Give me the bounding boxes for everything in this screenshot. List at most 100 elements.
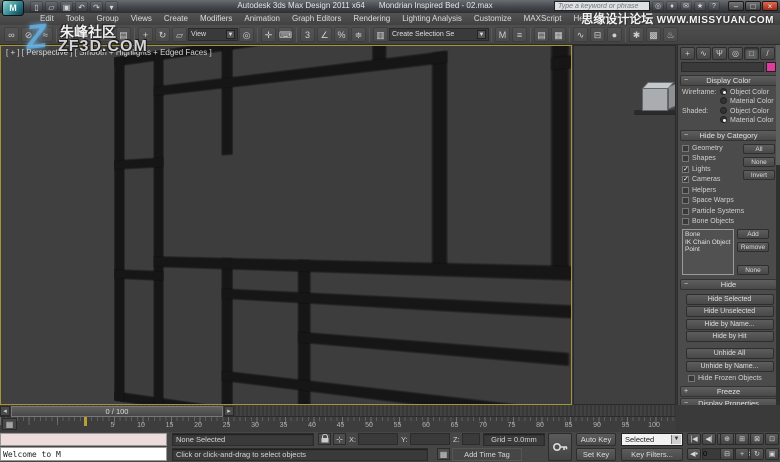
maximize-viewport-toggle-icon[interactable]: ▣ xyxy=(765,448,779,460)
close-button[interactable]: × xyxy=(762,1,778,11)
maxscript-mini-listener[interactable]: Welcome to M xyxy=(0,447,167,461)
menu-item-create[interactable]: Create xyxy=(158,13,194,25)
object-name-field[interactable] xyxy=(681,62,764,72)
quick-access-save-file-icon[interactable]: ▣ xyxy=(60,1,73,12)
selection-set-dropdown[interactable]: Selected ▼ xyxy=(621,433,683,446)
menu-item-animation[interactable]: Animation xyxy=(238,13,286,25)
checkbox-icon[interactable] xyxy=(688,374,695,382)
radio-icon[interactable] xyxy=(720,107,727,114)
y-coordinate-field[interactable] xyxy=(410,433,450,445)
tab-utilities-icon[interactable]: / xyxy=(760,47,775,60)
spinner-snap-icon[interactable]: ≑ xyxy=(351,27,366,42)
unlink-selection-icon[interactable]: ⊘ xyxy=(21,27,36,42)
minimize-button[interactable]: – xyxy=(728,1,744,11)
rollout-freeze[interactable]: + Freeze xyxy=(680,385,777,397)
menu-item-rendering[interactable]: Rendering xyxy=(347,13,396,25)
material-editor-icon[interactable]: ● xyxy=(607,27,622,42)
add-list-button[interactable]: Add xyxy=(737,229,769,239)
radio-icon[interactable] xyxy=(720,88,727,95)
search-icon[interactable]: ◎ xyxy=(652,1,664,11)
application-menu-button[interactable]: M xyxy=(2,0,24,16)
tab-hierarchy-icon[interactable]: Ψ xyxy=(712,47,727,60)
unhide-by-name-button[interactable]: Unhide by Name... xyxy=(685,360,774,372)
search-input[interactable] xyxy=(554,1,650,11)
named-selection-set-dropdown[interactable]: Create Selection Se ▼ xyxy=(389,28,489,41)
pan-icon[interactable]: + xyxy=(735,448,749,460)
rollout-hide-by-category[interactable]: − Hide by Category xyxy=(680,130,777,141)
select-object-icon[interactable]: ▶ xyxy=(99,27,114,42)
quick-access-workspace-dropdown-icon[interactable]: ▾ xyxy=(105,1,118,12)
menu-item-edit[interactable]: Edit xyxy=(34,13,60,25)
secondary-viewport[interactable] xyxy=(573,45,676,405)
previous-frame-button[interactable]: ◀| xyxy=(702,433,716,445)
quick-access-new-scene-icon[interactable]: ▯ xyxy=(30,1,43,12)
listbox-item[interactable]: Point xyxy=(685,246,731,254)
schematic-view-icon[interactable]: ⊟ xyxy=(590,27,605,42)
add-time-tag[interactable]: Add Time Tag xyxy=(452,448,522,461)
selection-lock-icon[interactable] xyxy=(318,433,331,445)
current-frame-marker[interactable] xyxy=(84,417,87,426)
checkbox-icon[interactable]: ✓ xyxy=(682,165,689,173)
zoom-extents-icon[interactable]: ⊠ xyxy=(750,433,764,445)
invert-button[interactable]: Invert xyxy=(743,170,775,180)
menu-item-tools[interactable]: Tools xyxy=(60,13,91,25)
unhide-allbutton[interactable]: Unhide All xyxy=(685,348,774,359)
key-mode-toggle[interactable]: ◀• xyxy=(687,448,701,460)
rendered-frame-window-icon[interactable]: ▩ xyxy=(646,27,661,42)
x-coordinate-field[interactable] xyxy=(358,433,398,445)
radio-option[interactable]: Material Color xyxy=(720,116,774,125)
tab-create-icon[interactable]: + xyxy=(680,47,695,60)
window-crossing-toggle-icon[interactable]: ⊞ xyxy=(77,27,92,42)
category-space-warps[interactable]: Space Warps xyxy=(682,196,777,207)
select-by-name-icon[interactable]: ▤ xyxy=(116,27,131,42)
set-key-button[interactable]: Set Key xyxy=(576,448,616,461)
z-coordinate-field[interactable] xyxy=(462,433,480,445)
checkbox-icon[interactable] xyxy=(682,186,689,194)
select-and-link-icon[interactable]: ∞ xyxy=(4,27,19,42)
use-pivot-center-icon[interactable]: ◎ xyxy=(239,27,254,42)
listbox-item[interactable]: IK Chain Object xyxy=(685,239,731,247)
angle-snap-icon[interactable]: ∠ xyxy=(317,27,332,42)
track-bar[interactable]: ▦ 5 10 15 20 25 30 35 40 45 50 55 60 65 70 75 80 85 90 95 1… xyxy=(0,417,676,432)
none-list-button[interactable]: None xyxy=(737,265,769,275)
menu-item-group[interactable]: Group xyxy=(90,13,124,25)
menu-item-modifiers[interactable]: Modifiers xyxy=(194,13,238,25)
edit-named-selections-icon[interactable]: ▥ xyxy=(373,27,388,42)
mirror-icon[interactable]: M xyxy=(495,27,510,42)
quick-access-redo-icon[interactable]: ↷ xyxy=(90,1,103,12)
time-slider-handle[interactable]: 0 / 100 xyxy=(11,405,223,417)
hide-by-hitbutton[interactable]: Hide by Hit xyxy=(685,331,774,342)
menu-item-help[interactable]: Help xyxy=(567,13,595,25)
menu-item-views[interactable]: Views xyxy=(125,13,158,25)
quick-access-undo-icon[interactable]: ↶ xyxy=(75,1,88,12)
zoom-icon[interactable]: ⊕ xyxy=(720,433,734,445)
reference-coordinate-dropdown[interactable]: View ▼ xyxy=(188,28,238,41)
hide-unselectedbutton[interactable]: Hide Unselected xyxy=(685,306,774,317)
all-button[interactable]: All xyxy=(743,144,775,154)
align-icon[interactable]: ≡ xyxy=(512,27,527,42)
select-and-move-icon[interactable]: + xyxy=(138,27,153,42)
radio-icon[interactable] xyxy=(720,97,727,104)
zoom-extents-all-icon[interactable]: ⊡ xyxy=(765,433,779,445)
rollout-display-color[interactable]: − Display Color xyxy=(680,75,777,86)
category-bone-objects[interactable]: Bone Objects xyxy=(682,217,777,228)
time-slider-right-arrow[interactable]: ▸ xyxy=(224,406,234,416)
maxscript-mini-listener-macro[interactable] xyxy=(0,433,167,446)
bind-to-space-warp-icon[interactable]: ≈ xyxy=(38,27,53,42)
graphite-modeling-icon[interactable]: ▦ xyxy=(551,27,566,42)
listbox-item[interactable]: Bone xyxy=(685,231,731,239)
checkbox-icon[interactable] xyxy=(682,144,689,152)
time-tag-icon[interactable]: ▦ xyxy=(437,448,450,460)
snaps-toggle-icon[interactable]: 3 xyxy=(300,27,315,42)
hide-selectedbutton[interactable]: Hide Selected xyxy=(685,293,774,305)
hide-by-name-button[interactable]: Hide by Name... xyxy=(685,318,774,330)
render-production-icon[interactable]: ♨ xyxy=(663,27,678,42)
select-and-rotate-icon[interactable]: ↻ xyxy=(155,27,170,42)
quick-access-open-file-icon[interactable]: ▱ xyxy=(45,1,58,12)
mondrian-bed-frame[interactable] xyxy=(115,46,571,404)
percent-snap-icon[interactable]: % xyxy=(334,27,349,42)
category-helpers[interactable]: Helpers xyxy=(682,185,777,196)
tab-display-icon[interactable]: □ xyxy=(744,47,759,60)
time-slider-track[interactable]: ◂ 0 / 100 ▸ xyxy=(0,405,676,417)
checkbox-icon[interactable] xyxy=(682,155,689,163)
